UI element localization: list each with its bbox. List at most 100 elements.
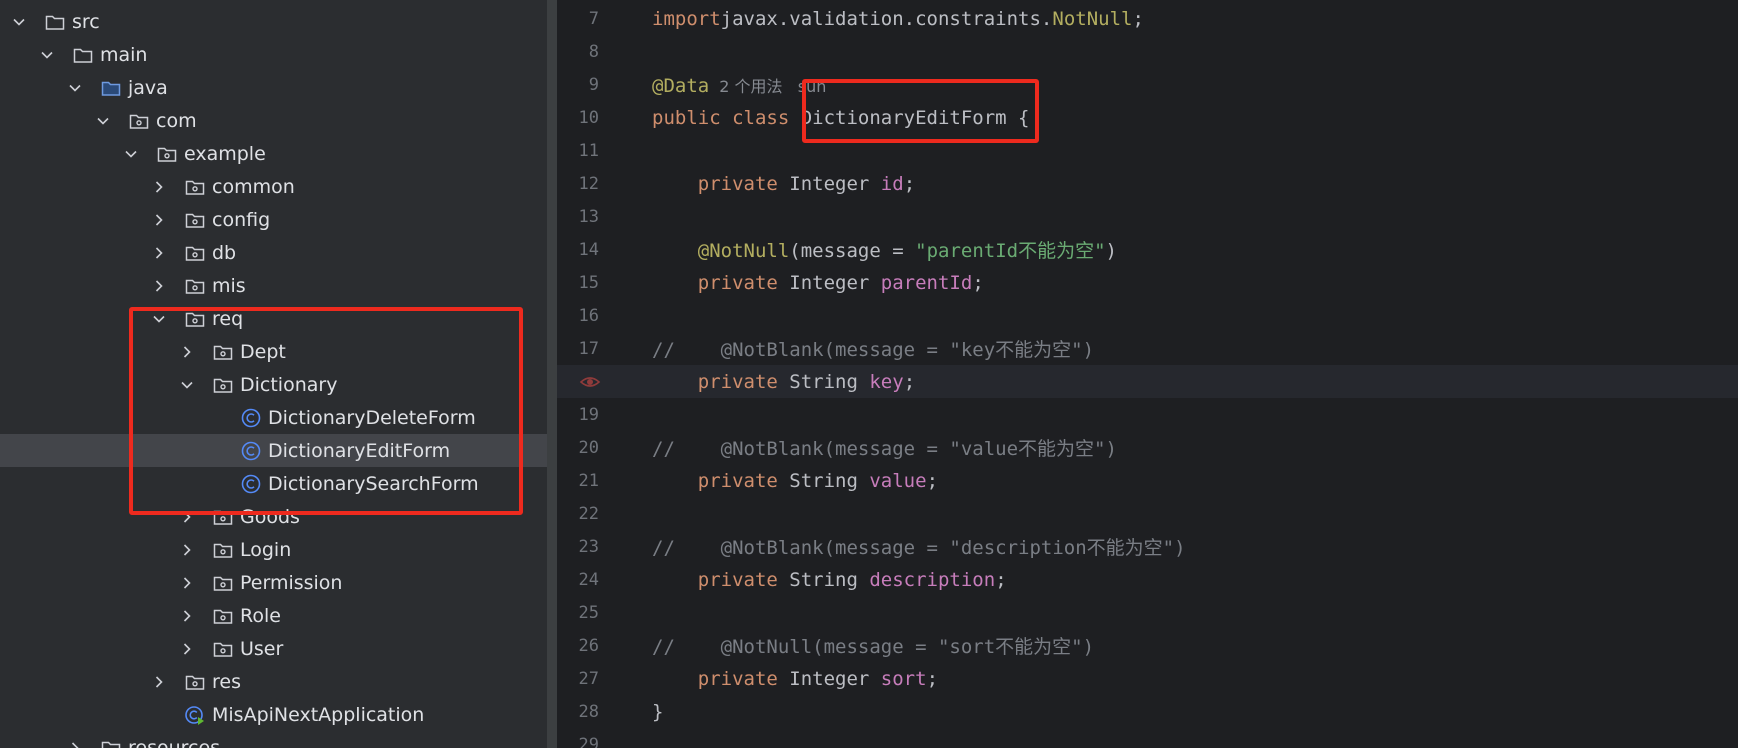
chevron-right-icon[interactable]: [152, 180, 166, 194]
code-line[interactable]: 13: [557, 200, 1738, 233]
tree-item-example[interactable]: example: [0, 137, 547, 170]
chevron-right-icon[interactable]: [152, 213, 166, 227]
code-token: private: [697, 172, 790, 195]
chevron-right-icon[interactable]: [180, 543, 194, 557]
code-token: ;: [903, 172, 916, 195]
code-line[interactable]: 23 // @NotBlank(message = "description不能为…: [557, 530, 1738, 563]
code-line[interactable]: 21 private String value;: [557, 464, 1738, 497]
package-icon: [184, 209, 206, 231]
tree-item-common[interactable]: common: [0, 170, 547, 203]
tree-item-label: res: [212, 670, 241, 693]
tree-item-role[interactable]: Role: [0, 599, 547, 632]
code-line[interactable]: 17 // @NotBlank(message = "key不能为空"): [557, 332, 1738, 365]
code-token: Integer: [789, 271, 881, 294]
code-line[interactable]: 29: [557, 728, 1738, 748]
code-editor[interactable]: 7 importjavax.validation.constraints.NotN…: [557, 0, 1738, 748]
line-number[interactable]: 24: [557, 570, 599, 590]
line-number[interactable]: 9: [557, 75, 599, 95]
code-token: parentId: [880, 271, 973, 294]
line-number[interactable]: 27: [557, 669, 599, 689]
tree-item-mis[interactable]: mis: [0, 269, 547, 302]
chevron-right-icon[interactable]: [180, 576, 194, 590]
code-line[interactable]: 7 importjavax.validation.constraints.NotN…: [557, 2, 1738, 35]
line-number[interactable]: 25: [557, 603, 599, 623]
tree-item-main[interactable]: main: [0, 38, 547, 71]
code-token: }: [652, 700, 664, 723]
line-number[interactable]: 29: [557, 735, 599, 748]
line-number[interactable]: 12: [557, 174, 599, 194]
line-number[interactable]: 8: [557, 42, 599, 62]
line-number[interactable]: 28: [557, 702, 599, 722]
code-text: // @NotNull(message = "sort不能为空"): [652, 632, 1094, 659]
code-line[interactable]: 28}: [557, 695, 1738, 728]
tree-item-permission[interactable]: Permission: [0, 566, 547, 599]
tree-item-java[interactable]: java: [0, 71, 547, 104]
chevron-right-icon[interactable]: [152, 279, 166, 293]
panel-splitter[interactable]: [547, 0, 557, 748]
chevron-down-icon[interactable]: [124, 147, 138, 161]
tree-item-src[interactable]: src: [0, 5, 547, 38]
tree-item-resources[interactable]: resources: [0, 731, 547, 748]
line-number[interactable]: 17: [557, 339, 599, 359]
line-number[interactable]: 22: [557, 504, 599, 524]
code-line[interactable]: 22: [557, 497, 1738, 530]
code-token: Integer: [789, 172, 881, 195]
chevron-down-icon[interactable]: [68, 81, 82, 95]
code-line[interactable]: 14 @NotNull(message = "parentId不能为空"): [557, 233, 1738, 266]
code-line[interactable]: 9 @Data 2 个用法 sun: [557, 68, 1738, 101]
code-token: // @NotNull(message = "sort不能为空"): [652, 636, 1095, 658]
line-number[interactable]: 13: [557, 207, 599, 227]
tree-item-login[interactable]: Login: [0, 533, 547, 566]
code-line[interactable]: 11: [557, 134, 1738, 167]
code-token: value: [869, 469, 927, 492]
line-number[interactable]: 21: [557, 471, 599, 491]
chevron-down-icon[interactable]: [96, 114, 110, 128]
line-number[interactable]: 16: [557, 306, 599, 326]
line-number[interactable]: 7: [557, 9, 599, 29]
line-number[interactable]: 23: [557, 537, 599, 557]
line-number[interactable]: 14: [557, 240, 599, 260]
tree-item-com[interactable]: com: [0, 104, 547, 137]
tree-item-user[interactable]: User: [0, 632, 547, 665]
chevron-down-icon[interactable]: [40, 48, 54, 62]
code-token: private: [697, 271, 790, 294]
chevron-right-icon[interactable]: [68, 741, 82, 748]
tree-item-config[interactable]: config: [0, 203, 547, 236]
chevron-down-icon[interactable]: [12, 15, 26, 29]
chevron-right-icon[interactable]: [180, 642, 194, 656]
code-text: // @NotBlank(message = "description不能为空"…: [652, 533, 1186, 560]
code-line[interactable]: 15 private Integer parentId;: [557, 266, 1738, 299]
code-line[interactable]: private String key;: [557, 365, 1738, 398]
code-line[interactable]: 12 private Integer id;: [557, 167, 1738, 200]
line-number[interactable]: 20: [557, 438, 599, 458]
code-line[interactable]: 16: [557, 299, 1738, 332]
code-line[interactable]: 26 // @NotNull(message = "sort不能为空"): [557, 629, 1738, 662]
chevron-right-icon[interactable]: [152, 675, 166, 689]
code-text: // @NotBlank(message = "value不能为空"): [652, 434, 1117, 461]
line-number[interactable]: 11: [557, 141, 599, 161]
chevron-right-icon[interactable]: [180, 609, 194, 623]
tree-item-misapinextapplication[interactable]: MisApiNextApplication: [0, 698, 547, 731]
line-number[interactable]: 15: [557, 273, 599, 293]
code-line[interactable]: 27 private Integer sort;: [557, 662, 1738, 695]
line-number[interactable]: 10: [557, 108, 599, 128]
line-number[interactable]: 26: [557, 636, 599, 656]
code-token: ;: [995, 568, 1007, 591]
tree-item-label: mis: [212, 274, 246, 297]
line-number[interactable]: 19: [557, 405, 599, 425]
code-line[interactable]: 8: [557, 35, 1738, 68]
tree-item-db[interactable]: db: [0, 236, 547, 269]
code-token: NotNull: [1052, 7, 1133, 30]
code-line[interactable]: 25: [557, 596, 1738, 629]
chevron-right-icon[interactable]: [152, 246, 166, 260]
code-line[interactable]: 24 private String description;: [557, 563, 1738, 596]
code-line[interactable]: 10 public class DictionaryEditForm {: [557, 101, 1738, 134]
tree-item-res[interactable]: res: [0, 665, 547, 698]
code-line[interactable]: 19: [557, 398, 1738, 431]
breakpoint-eye-icon[interactable]: [579, 371, 601, 393]
tree-item-label: MisApiNextApplication: [212, 703, 425, 726]
code-line[interactable]: 20 // @NotBlank(message = "value不能为空"): [557, 431, 1738, 464]
package-icon: [184, 671, 206, 693]
